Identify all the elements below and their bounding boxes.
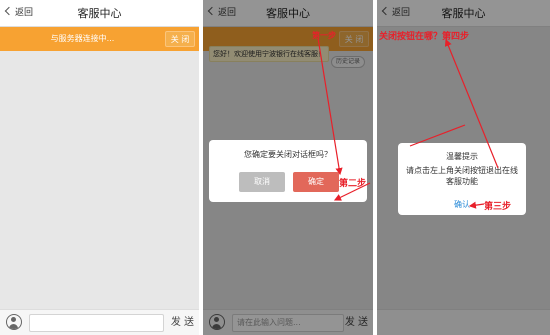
screen-3: 返回 客服中心 温馨提示 请点击左上角关闭按钮退出在线 客服功能 确认 关闭按钮…: [377, 0, 550, 335]
step3-annotation: 第三步: [484, 202, 512, 212]
tip-line2: 客服功能: [446, 177, 478, 186]
page-title: 客服中心: [77, 7, 122, 20]
connection-status: 与服务器连接中...: [50, 34, 115, 43]
confirm-dialog: 您确定要关闭对话框吗？ 取消 确定: [209, 140, 367, 202]
header-bar: 返回 客服中心: [0, 0, 199, 27]
step1-annotation: 第一步: [312, 31, 336, 40]
screen-2: 返回 客服中心 关 闭 您好！欢迎使用宁波银行在线客服！ 历史记录 请在此输入问…: [203, 0, 373, 335]
screen-1: 返回 客服中心 与服务器连接中... 关 闭 发 送: [0, 0, 199, 335]
close-button[interactable]: 关 闭: [165, 31, 195, 47]
message-input[interactable]: [29, 314, 164, 332]
step2-annotation: 第二步: [339, 179, 367, 189]
cancel-button[interactable]: 取消: [239, 172, 285, 192]
connection-banner: 与服务器连接中... 关 闭: [0, 27, 199, 51]
confirm-button[interactable]: 确认: [454, 199, 470, 210]
send-button[interactable]: 发 送: [171, 310, 194, 335]
tip-line1: 请点击左上角关闭按钮退出在线: [406, 166, 518, 175]
agent-avatar-icon[interactable]: [6, 314, 22, 330]
tip-title: 温馨提示: [446, 152, 478, 161]
confirm-message: 您确定要关闭对话框吗？: [244, 150, 332, 159]
input-bar: 发 送: [0, 309, 199, 335]
chat-area: [0, 51, 199, 309]
ok-button[interactable]: 确定: [293, 172, 339, 192]
step4-annotation: 关闭按钮在哪？第四步: [379, 32, 470, 42]
